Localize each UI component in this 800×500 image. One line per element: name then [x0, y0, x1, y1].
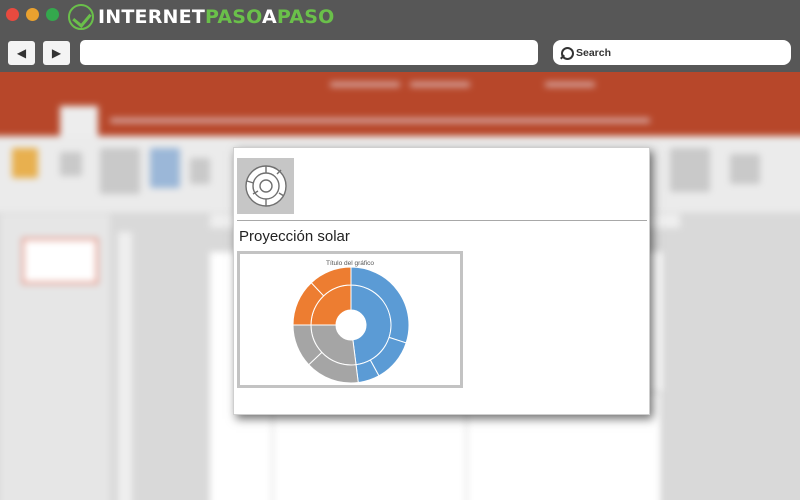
close-window-button[interactable]: [6, 8, 19, 21]
logo-check-icon: [68, 4, 94, 30]
maximize-window-button[interactable]: [46, 8, 59, 21]
vertical-ruler: [118, 232, 132, 500]
slide-thumbnail: [22, 238, 98, 284]
gallery-divider: [237, 220, 647, 221]
site-logo: INTERNETPASOAPASO: [68, 3, 334, 31]
search-icon: [561, 46, 574, 60]
forward-button[interactable]: ▶: [43, 41, 70, 65]
search-label: Search: [576, 46, 612, 59]
sunburst-chart: Título del gráfico: [292, 260, 410, 384]
sunburst-preview[interactable]: Título del gráfico: [237, 251, 463, 388]
chart-type-sunburst[interactable]: [237, 158, 294, 214]
chart-gallery-popup: Proyección solar Título del gráfico: [233, 147, 650, 415]
browser-navbar: ◀ ▶ Search: [0, 34, 800, 72]
ribbon-titlebar: [0, 72, 800, 106]
section-title: Proyección solar: [239, 228, 350, 245]
arrow-left-icon: ◀: [16, 46, 27, 60]
browser-titlebar: INTERNETPASOAPASO: [0, 0, 800, 34]
chart-title: Título del gráfico: [326, 260, 374, 267]
logo-text: INTERNETPASOAPASO: [98, 6, 335, 28]
search-input[interactable]: Search: [553, 40, 791, 65]
minimize-window-button[interactable]: [26, 8, 39, 21]
ribbon-tab-selected: [60, 106, 98, 136]
arrow-right-icon: ▶: [51, 46, 62, 60]
url-bar[interactable]: [80, 40, 538, 65]
sunburst-icon: [244, 165, 287, 207]
back-button[interactable]: ◀: [8, 41, 35, 65]
